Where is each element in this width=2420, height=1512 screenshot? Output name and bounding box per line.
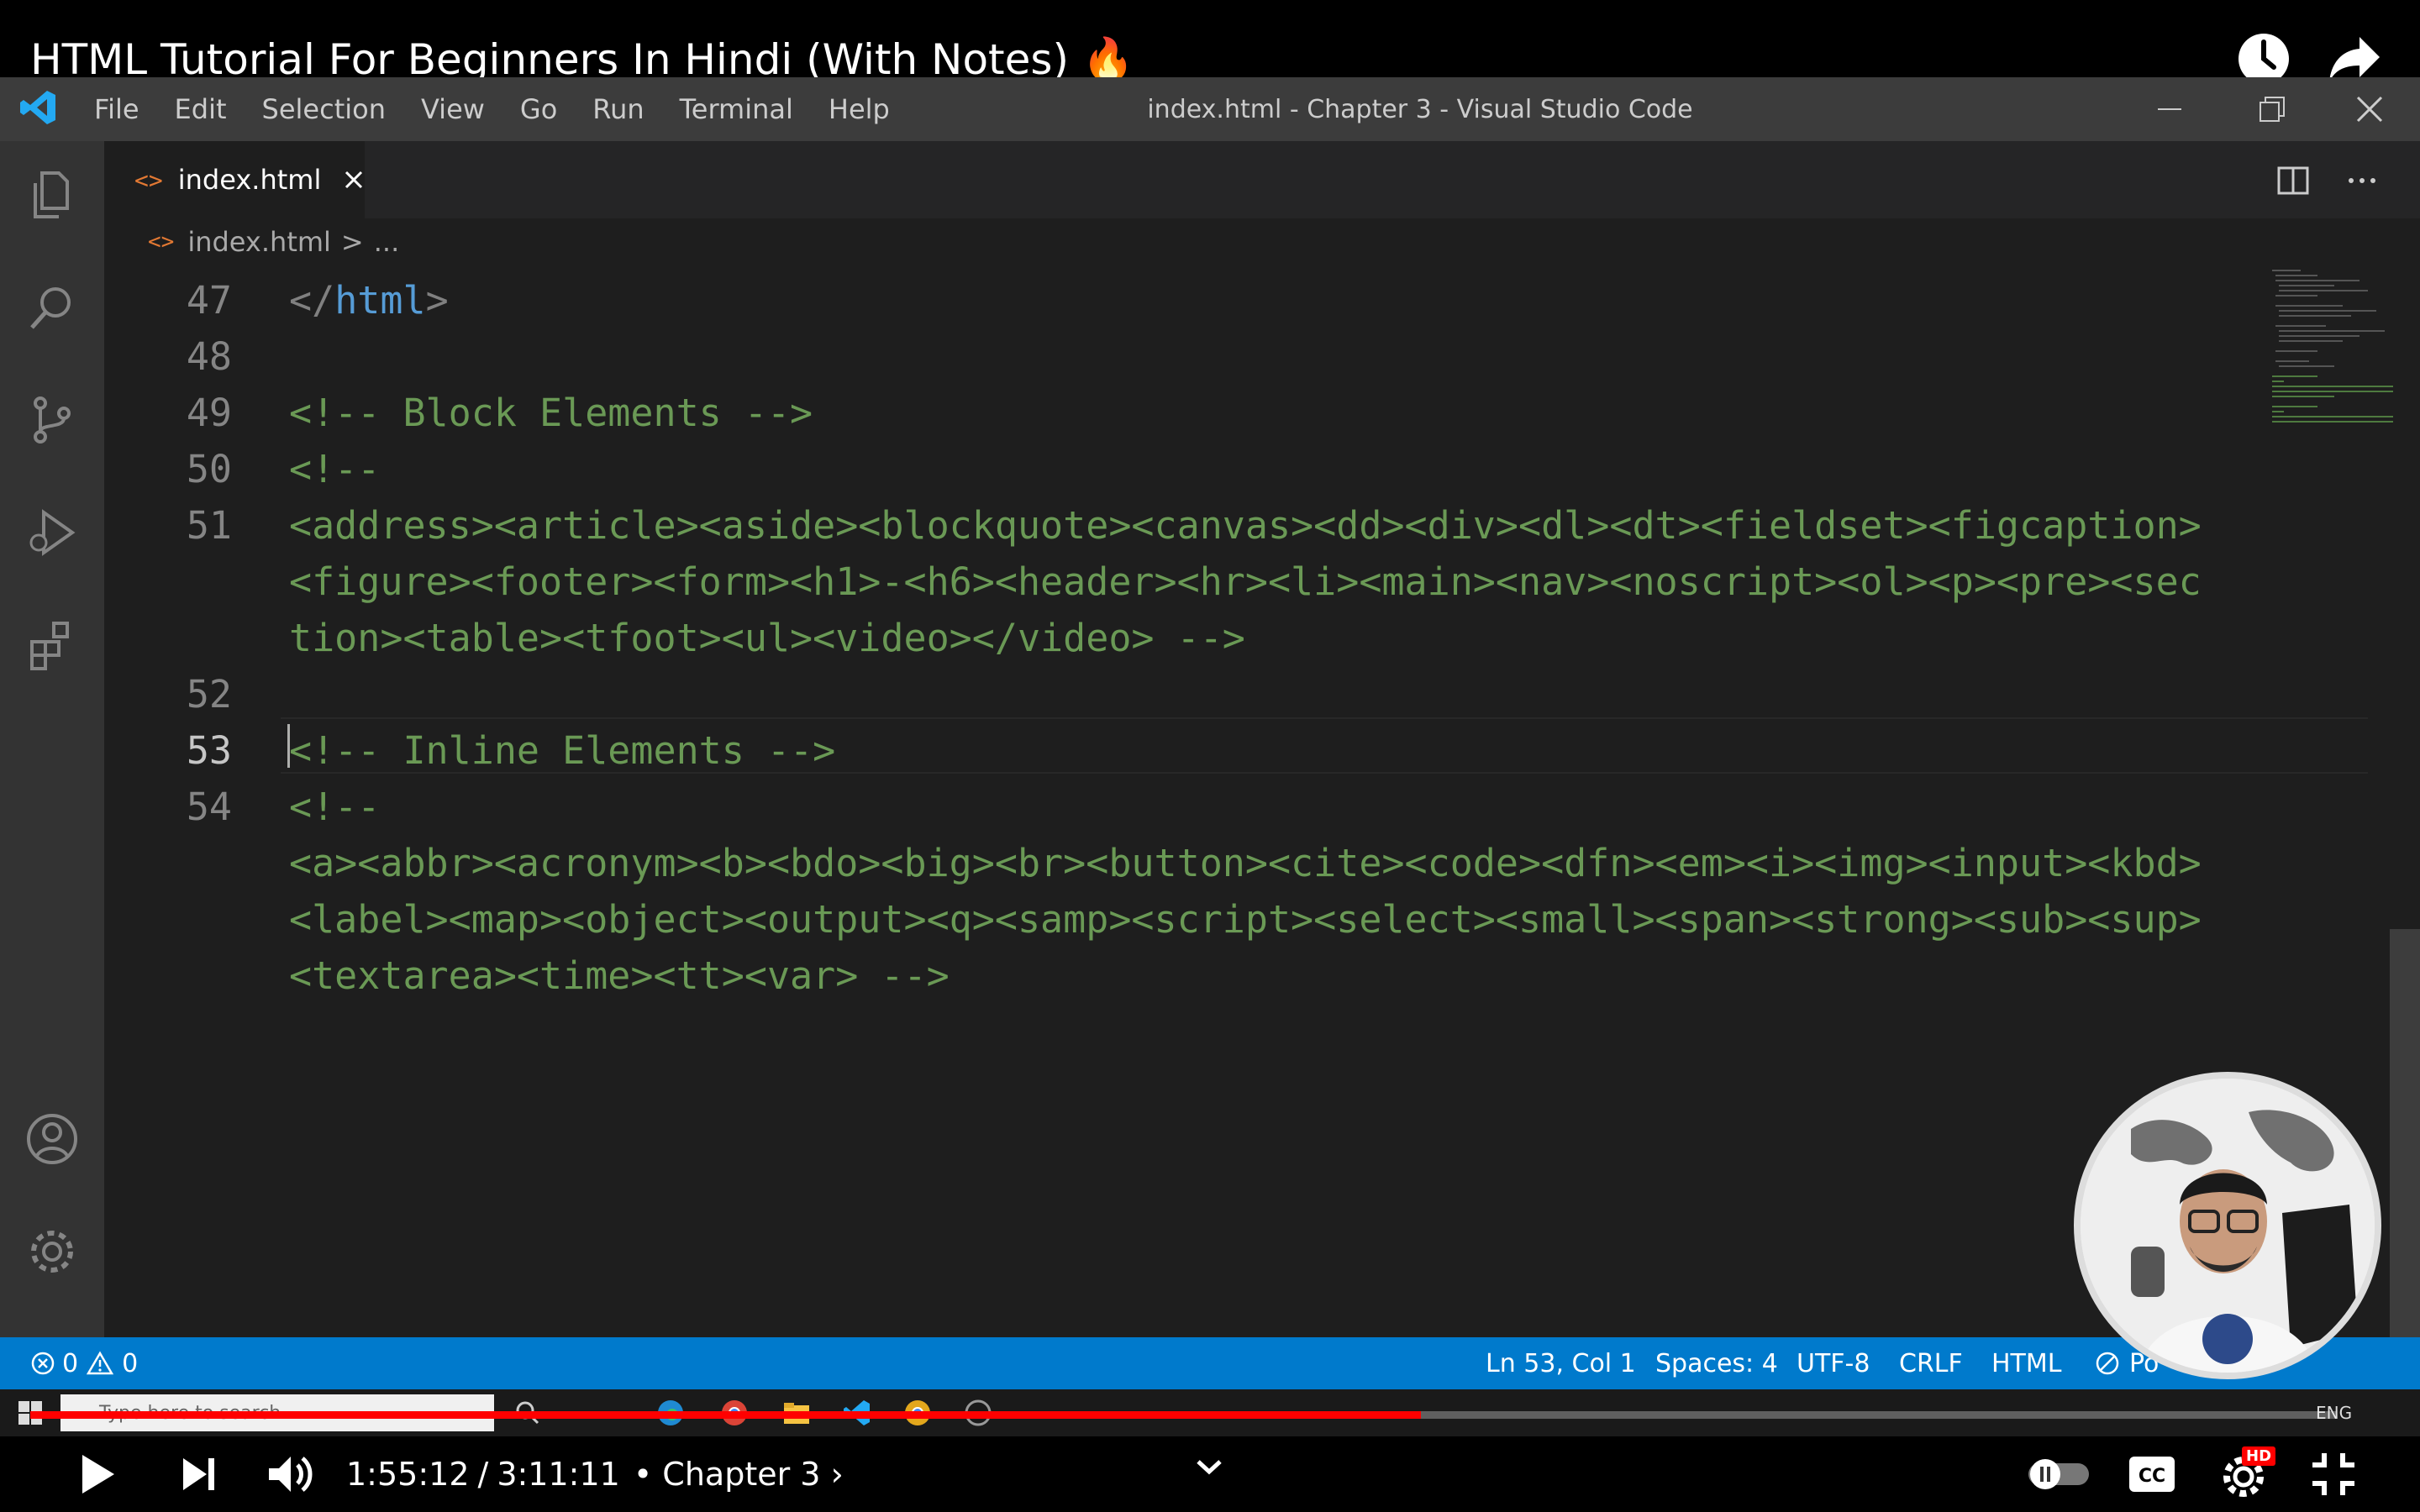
editor-scrollbar-thumb[interactable] <box>2390 929 2420 1337</box>
menu-bar: File Edit Selection View Go Run Terminal… <box>94 77 925 141</box>
play-icon[interactable] <box>69 1446 124 1502</box>
port-icon <box>2096 1352 2119 1375</box>
window-title: index.html - Chapter 3 - Visual Studio C… <box>1147 94 1693 124</box>
search-icon[interactable] <box>24 279 81 336</box>
line-text: <address><article><aside><blockquote><ca… <box>289 503 2202 548</box>
tab-label: index.html <box>177 164 322 196</box>
tab-index-html[interactable]: <> index.html <box>104 141 365 218</box>
end-of-line[interactable]: CRLF <box>1899 1337 1963 1389</box>
line-number: 48 <box>186 334 232 379</box>
menu-selection[interactable]: Selection <box>262 93 386 125</box>
restore-button[interactable] <box>2245 84 2296 134</box>
line-number: 54 <box>186 785 232 829</box>
error-count: 0 <box>62 1348 79 1378</box>
menu-go[interactable]: Go <box>520 93 557 125</box>
line-text: <!-- Block Elements --> <box>289 391 813 435</box>
vscode-title-bar: File Edit Selection View Go Run Terminal… <box>0 77 2420 141</box>
cursor-position[interactable]: Ln 53, Col 1 <box>1486 1337 1636 1389</box>
text-cursor <box>287 724 290 768</box>
volume-icon[interactable] <box>262 1446 318 1502</box>
svg-text:CC: CC <box>2139 1466 2165 1487</box>
line-text: <!-- Inline Elements --> <box>289 728 836 773</box>
line-number: 47 <box>186 278 232 323</box>
code-editor[interactable]: 47 </html> 48 49 <!-- Block Elements --> 50 <!… <box>104 265 2420 1337</box>
status-bar: 0 0 Ln 53, Col 1 Spaces: 4 UTF-8 CRLF HT… <box>0 1337 2420 1389</box>
window-close-button[interactable] <box>2344 84 2395 134</box>
video-controls: 1:55:12 / 3:11:11 • Chapter 3 › CC HD <box>0 1436 2420 1512</box>
settings-gear-icon[interactable] <box>24 1223 81 1280</box>
breadcrumb[interactable]: <> index.html > ... <box>104 218 2420 265</box>
more-actions-icon[interactable] <box>2343 161 2381 200</box>
line-text: <textarea><time><tt><var> --> <box>289 953 950 998</box>
source-control-icon[interactable] <box>24 391 81 449</box>
editor-tabs: <> index.html <box>104 141 2420 218</box>
line-number: 53 <box>186 728 232 773</box>
problems-indicator[interactable]: 0 0 <box>30 1337 138 1389</box>
current-time: 1:55:12 <box>346 1456 470 1493</box>
extensions-icon[interactable] <box>24 617 81 674</box>
video-progress-bar[interactable] <box>30 1411 2336 1419</box>
line-text: tion><table><tfoot><ul><video></video> -… <box>289 616 1245 660</box>
captions-icon[interactable]: CC <box>2124 1446 2180 1502</box>
duration: 3:11:11 <box>497 1456 620 1493</box>
line-text: <a><abbr><acronym><b><bdo><big><br><butt… <box>289 841 2202 885</box>
video-time: 1:55:12 / 3:11:11 • Chapter 3 › <box>346 1436 844 1512</box>
chapter-link[interactable]: • Chapter 3 › <box>634 1456 844 1493</box>
warning-icon <box>87 1351 114 1375</box>
account-icon[interactable] <box>24 1110 81 1168</box>
line-text: </html> <box>289 278 449 323</box>
breadcrumb-rest[interactable]: ... <box>374 226 400 258</box>
line-text: <figure><footer><form><h1>-<h6><header><… <box>289 559 2202 604</box>
close-icon[interactable] <box>341 167 366 192</box>
run-debug-icon[interactable] <box>24 504 81 561</box>
line-number: 50 <box>186 447 232 491</box>
time-separator: / <box>477 1456 489 1493</box>
next-icon[interactable] <box>171 1446 227 1502</box>
explorer-icon[interactable] <box>24 166 81 223</box>
chevron-down-icon[interactable] <box>1181 1440 1237 1495</box>
vscode-logo-icon <box>18 87 59 128</box>
video-top-bar: HTML Tutorial For Beginners In Hindi (Wi… <box>0 0 2420 84</box>
minimize-button[interactable] <box>2144 84 2195 134</box>
line-text: <!-- <box>289 785 381 829</box>
menu-file[interactable]: File <box>94 93 139 125</box>
minimap[interactable] <box>2267 265 2420 433</box>
line-number: 49 <box>186 391 232 435</box>
html-file-icon: <> <box>148 229 175 255</box>
line-number: 52 <box>186 672 232 717</box>
line-text: <!-- <box>289 447 381 491</box>
menu-run[interactable]: Run <box>592 93 644 125</box>
webcam-overlay <box>2074 1072 2381 1379</box>
breadcrumb-file[interactable]: index.html <box>187 226 331 258</box>
autoplay-toggle-icon[interactable] <box>2023 1446 2094 1502</box>
encoding[interactable]: UTF-8 <box>1797 1337 1870 1389</box>
line-number: 51 <box>186 503 232 548</box>
exit-fullscreen-icon[interactable] <box>2306 1446 2361 1502</box>
menu-edit[interactable]: Edit <box>175 93 227 125</box>
indentation[interactable]: Spaces: 4 <box>1655 1337 1778 1389</box>
video-progress-fill <box>30 1411 1421 1419</box>
hd-badge: HD <box>2242 1446 2276 1466</box>
menu-terminal[interactable]: Terminal <box>680 93 793 125</box>
menu-view[interactable]: View <box>421 93 485 125</box>
language-mode[interactable]: HTML <box>1991 1337 2061 1389</box>
warning-count: 0 <box>122 1348 139 1378</box>
error-icon <box>31 1352 55 1375</box>
activity-bar <box>0 141 104 1337</box>
split-editor-icon[interactable] <box>2274 161 2312 200</box>
chevron-right-icon: > <box>340 226 364 258</box>
menu-help[interactable]: Help <box>829 93 890 125</box>
html-file-icon: <> <box>134 165 163 194</box>
line-text: <label><map><object><output><q><samp><sc… <box>289 897 2202 942</box>
